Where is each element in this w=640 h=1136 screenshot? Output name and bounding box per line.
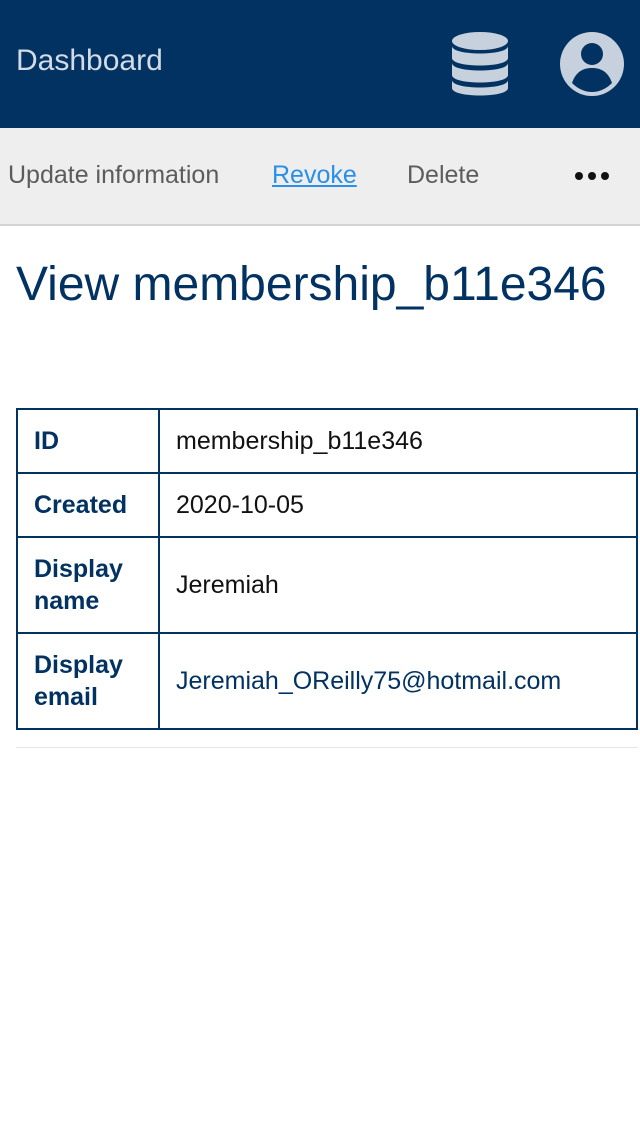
- dashboard-link[interactable]: Dashboard: [16, 42, 163, 80]
- field-label-display-email: Display email: [16, 632, 160, 730]
- field-label-id: ID: [16, 408, 160, 474]
- action-bar: Update information Revoke Delete: [0, 128, 640, 226]
- table-row: Display email Jeremiah_OReilly75@hotmail…: [16, 632, 638, 730]
- revoke-link[interactable]: Revoke: [272, 159, 357, 191]
- database-icon[interactable]: [448, 30, 512, 98]
- field-value-created: 2020-10-05: [158, 472, 638, 538]
- page-title: View membership_b11e346: [16, 258, 607, 311]
- top-app-bar: Dashboard: [0, 0, 640, 128]
- membership-details-table: ID membership_b11e346 Created 2020-10-05…: [16, 408, 638, 730]
- ellipsis-icon[interactable]: [574, 168, 610, 184]
- field-value-id: membership_b11e346: [158, 408, 638, 474]
- delete-button[interactable]: Delete: [407, 159, 479, 191]
- field-label-display-name: Display name: [16, 536, 160, 634]
- update-information-button[interactable]: Update information: [8, 159, 219, 191]
- display-email-link[interactable]: Jeremiah_OReilly75@hotmail.com: [158, 632, 638, 730]
- field-label-created: Created: [16, 472, 160, 538]
- field-value-display-name: Jeremiah: [158, 536, 638, 634]
- table-row: Display name Jeremiah: [16, 536, 638, 634]
- user-account-icon[interactable]: [558, 30, 626, 98]
- table-row: Created 2020-10-05: [16, 472, 638, 538]
- table-row: ID membership_b11e346: [16, 408, 638, 474]
- divider: [16, 747, 638, 748]
